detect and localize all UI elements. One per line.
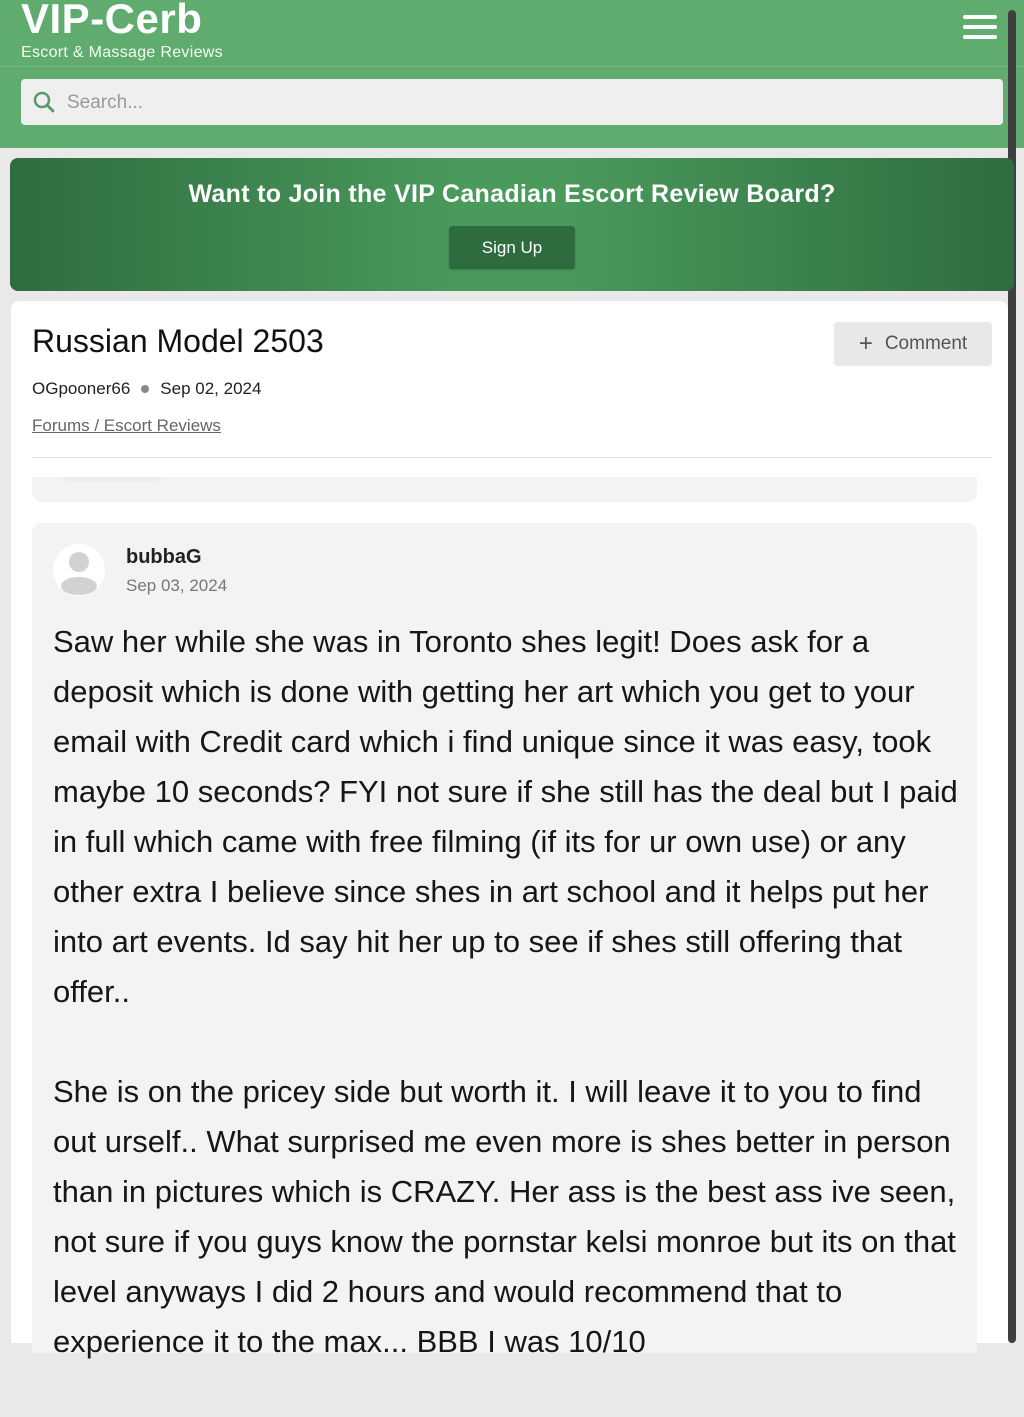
sign-up-button[interactable]: Sign Up xyxy=(449,226,575,269)
divider xyxy=(32,457,992,458)
previous-post-bottom xyxy=(32,477,977,502)
comment-button-label: Comment xyxy=(884,333,968,354)
post-paragraph: She is on the pricey side but worth it. … xyxy=(53,1074,956,1359)
post-paragraph: Saw her while she was in Toronto shes le… xyxy=(53,624,958,1009)
separator-dot xyxy=(141,384,150,393)
thread-card: Russian Model 2503 + Comment OGpooner66 S… xyxy=(11,301,1008,1359)
thread-author[interactable]: OGpooner66 xyxy=(32,379,130,398)
breadcrumb[interactable]: Forums / Escort Reviews xyxy=(32,416,221,436)
hamburger-menu-icon[interactable] xyxy=(960,12,1000,42)
site-logo-text[interactable]: VIP-Cerb xyxy=(21,0,223,44)
previous-post-remnant xyxy=(62,477,162,481)
search-input[interactable] xyxy=(65,79,989,127)
join-banner: Want to Join the VIP Canadian Escort Rev… xyxy=(10,158,1014,291)
post-date: Sep 03, 2024 xyxy=(126,576,228,595)
comment-button[interactable]: + Comment xyxy=(834,322,992,366)
default-user-avatar[interactable] xyxy=(53,544,105,596)
search-bar[interactable] xyxy=(21,79,1003,127)
banner-title: Want to Join the VIP Canadian Escort Rev… xyxy=(188,180,836,208)
reply-post: bubbaG Sep 03, 2024 Saw her while she wa… xyxy=(32,523,977,1359)
site-tagline: Escort & Massage Reviews xyxy=(21,44,223,61)
post-body: Saw her while she was in Toronto shes le… xyxy=(53,617,958,1417)
thread-title: Russian Model 2503 xyxy=(32,323,324,359)
site-header: VIP-Cerb Escort & Massage Reviews xyxy=(0,0,1024,148)
thread-meta: OGpooner66 Sep 02, 2024 xyxy=(32,379,261,399)
header-divider xyxy=(0,66,1024,67)
search-icon xyxy=(33,91,55,113)
user-avatar-icon xyxy=(61,552,97,595)
plus-icon: + xyxy=(858,330,873,357)
post-author[interactable]: bubbaG xyxy=(126,546,202,569)
thread-date: Sep 02, 2024 xyxy=(160,379,262,398)
brand[interactable]: VIP-Cerb Escort & Massage Reviews xyxy=(21,0,223,62)
